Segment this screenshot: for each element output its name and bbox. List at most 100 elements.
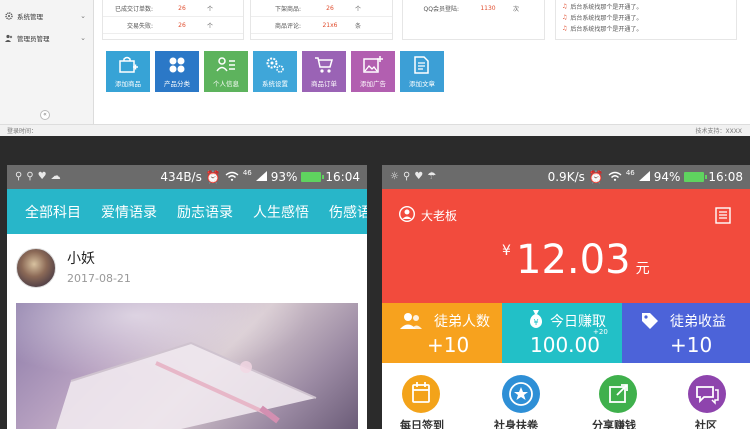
cart-icon [315, 57, 333, 73]
stat-label: 交易失败: [126, 22, 153, 30]
stat-value: 1130 [480, 5, 496, 12]
battery-percent: 94% [653, 170, 681, 184]
money-bag-icon: ¥ [527, 309, 545, 333]
notice-list: ♫ 后台系统找那个是开通了。 ♫ 后台系统找那个是开通了。 ♫ 后台系统找那个是… [555, 0, 737, 40]
user-icon [398, 205, 416, 225]
svg-text:¥: ¥ [533, 318, 538, 327]
tag-icon [640, 311, 660, 335]
product-category-button[interactable]: 产品分类 [155, 51, 199, 92]
status-right: 434B/s ⏰ 46 93% 16:04 [160, 169, 360, 184]
card-title: 徒弟收益 [670, 314, 726, 330]
post-author[interactable]: 小妖 [67, 248, 95, 268]
star-badge-icon[interactable] [502, 375, 540, 413]
add-article-button[interactable]: 添加文章 [400, 51, 444, 92]
alarm-icon: ⏰ [588, 170, 604, 184]
admin-sidebar: 系统管理 ⌄ 管理员管理 ⌄ « [0, 0, 94, 124]
footer-login-info: 登录时间： [7, 128, 38, 135]
card-today-earned[interactable]: ¥ 今日赚取 100.00 +20 [502, 303, 622, 363]
battery-percent: 93% [270, 170, 298, 184]
stat-label: 商品评论: [274, 22, 301, 30]
card-bonus: +20 [593, 328, 608, 336]
balance-header: 大老板 ¥ 12.03 元 [382, 189, 750, 303]
card-value: +10 [427, 333, 470, 357]
stats-column-members: QQ会员登陆: 1130 次 [402, 0, 545, 40]
notification-icons: ☼⚲♥☂ [390, 171, 441, 182]
stat-row: 已成交订单数: 26 个 [103, 0, 243, 17]
stat-unit: 个 [355, 5, 362, 13]
checkin-label[interactable]: 每日签到 [400, 417, 444, 429]
user-name[interactable]: 大老板 [398, 205, 457, 225]
card-value: 100.00 [530, 333, 600, 357]
net-speed: 434B/s [160, 170, 202, 184]
stat-label: 下架商品: [274, 5, 301, 13]
community-label[interactable]: 社区 [695, 417, 717, 429]
category-icon [169, 57, 185, 73]
balance-amount: ¥ 12.03 元 [502, 237, 650, 283]
post-image[interactable] [16, 303, 358, 429]
stat-row: 交易失败: 26 个 [103, 17, 243, 34]
stats-column-products: 下架商品: 26 个 商品评论: 21x6 条 [250, 0, 393, 40]
tab-love[interactable]: 爱情语录 [101, 202, 157, 222]
phone-quotes-app: ⚲⚲♥☁ 434B/s ⏰ 46 93% 16:04 全部科目 爱情语录 励志语… [7, 165, 367, 429]
quick-button-label: 个人信息 [213, 80, 239, 88]
card-disciple-income[interactable]: 徒弟收益 +10 [622, 303, 750, 363]
share-label[interactable]: 分享赚钱 [592, 417, 636, 429]
system-settings-button[interactable]: 系统设置 [253, 51, 297, 92]
sidebar-item-system[interactable]: 系统管理 ⌄ [0, 5, 93, 27]
card-disciples[interactable]: 徒弟人数 +10 [382, 303, 502, 363]
tab-sad[interactable]: 伤感语 [329, 202, 367, 222]
clock: 16:04 [325, 170, 360, 184]
stat-row: 下架商品: 26 个 [251, 0, 392, 17]
stat-value: 26 [178, 4, 186, 12]
net-speed: 0.9K/s [547, 170, 585, 184]
bell-icon: ♫ [562, 3, 568, 10]
add-product-button[interactable]: 添加商品 [106, 51, 150, 92]
stat-row: QQ会员登陆: 1130 次 [403, 0, 544, 17]
status-bar: ⚲⚲♥☁ 434B/s ⏰ 46 93% 16:04 [7, 165, 367, 189]
add-ad-button[interactable]: 添加广告 [351, 51, 395, 92]
stat-row: 商品评论: 21x6 条 [251, 17, 392, 34]
notice-item[interactable]: ♫ 后台系统找那个是开通了。 [556, 23, 736, 34]
status-right: 0.9K/s ⏰ 46 94% 16:08 [547, 169, 743, 184]
chevron-down-icon: ⌄ [80, 12, 86, 20]
wifi-icon [608, 170, 622, 184]
tab-life[interactable]: 人生感悟 [253, 202, 309, 222]
category-tabs: 全部科目 爱情语录 励志语录 人生感悟 伤感语 [7, 189, 367, 234]
tab-inspire[interactable]: 励志语录 [177, 202, 233, 222]
image-plus-icon [363, 56, 383, 73]
checkin-icon[interactable] [402, 375, 440, 413]
notice-item[interactable]: ♫ 后台系统找那个是开通了。 [556, 12, 736, 23]
amount-unit: 元 [635, 261, 650, 277]
people-icon [400, 312, 422, 334]
avatar[interactable] [16, 248, 56, 288]
clock: 16:08 [708, 170, 743, 184]
sidebar-collapse-button[interactable]: « [40, 110, 50, 120]
stat-unit: 条 [355, 22, 362, 30]
post-date: 2017-08-21 [67, 272, 131, 285]
notice-text: 后台系统找那个是开通了。 [570, 4, 643, 11]
coupon-label[interactable]: 社身扶卷 [494, 417, 538, 429]
stats-cards: 徒弟人数 +10 ¥ 今日赚取 100.00 +20 徒弟收益 +10 [382, 303, 750, 363]
footer-support: 技术支持：XXXX [695, 128, 742, 135]
stat-label: 已成交订单数: [114, 5, 153, 13]
sidebar-item-admins[interactable]: 管理员管理 ⌄ [0, 27, 93, 49]
notification-icons: ⚲⚲♥☁ [15, 171, 65, 182]
share-icon[interactable] [599, 375, 637, 413]
quick-button-label: 添加广告 [360, 80, 386, 88]
product-orders-button[interactable]: 商品订单 [302, 51, 346, 92]
wifi-icon [225, 170, 239, 184]
notice-item[interactable]: ♫ 后台系统找那个是开通了。 [556, 1, 736, 12]
sidebar-item-label: 系统管理 [17, 13, 43, 21]
chat-icon[interactable] [688, 375, 726, 413]
stat-value: 26 [326, 4, 334, 12]
stat-label: QQ会员登陆: [423, 6, 459, 13]
sidebar-item-label: 管理员管理 [17, 35, 50, 43]
post-header: 小妖 2017-08-21 [7, 234, 367, 299]
battery-icon [301, 172, 325, 182]
chevron-down-icon: ⌄ [80, 34, 86, 42]
bag-plus-icon [119, 56, 138, 73]
tab-all[interactable]: 全部科目 [25, 202, 81, 222]
card-value: +10 [670, 333, 713, 357]
personal-info-button[interactable]: 个人信息 [204, 51, 248, 92]
document-icon[interactable] [715, 207, 731, 228]
